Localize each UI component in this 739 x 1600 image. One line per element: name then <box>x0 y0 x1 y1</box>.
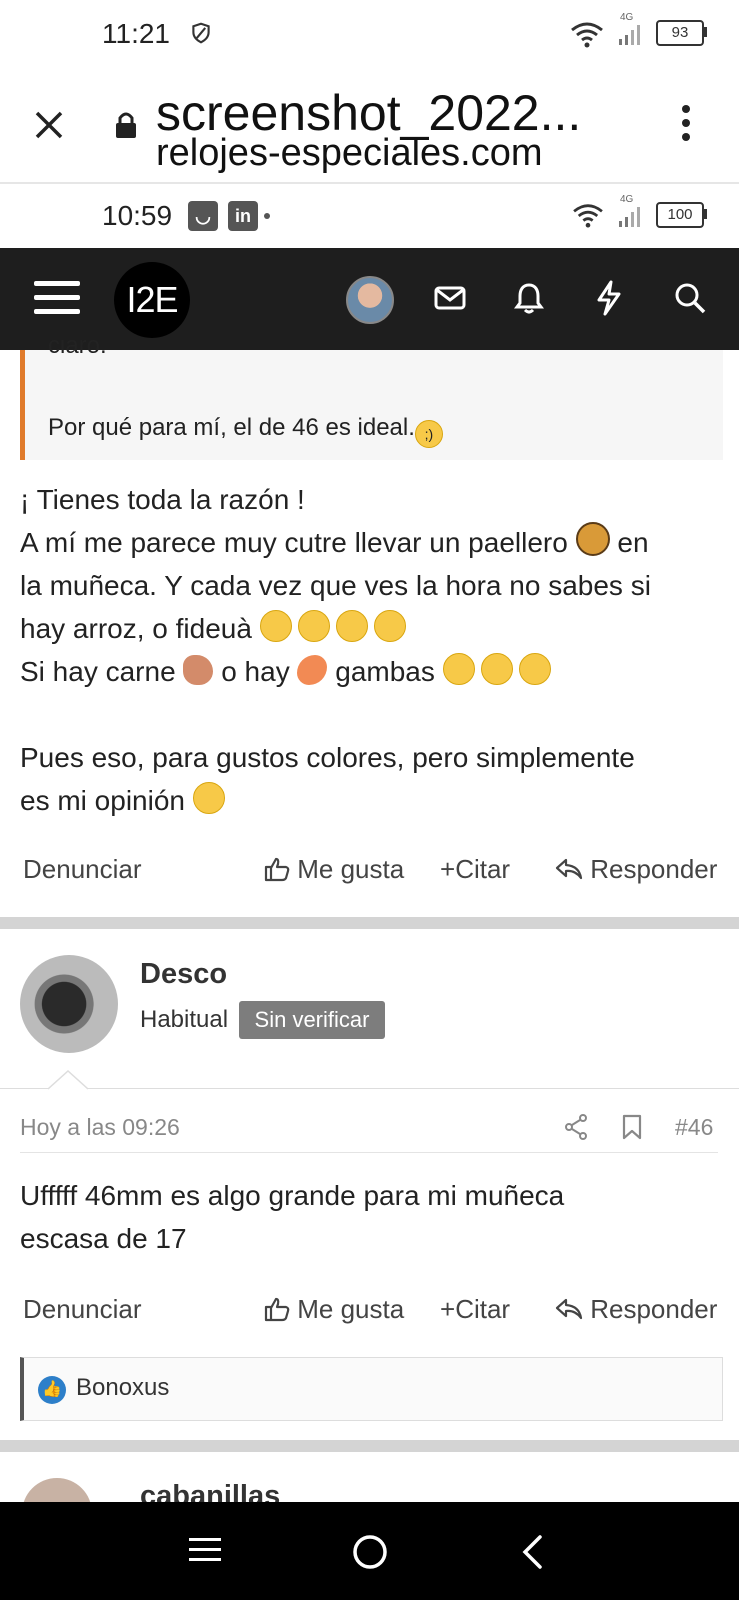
home-icon[interactable] <box>352 1534 388 1570</box>
post-author-name[interactable]: Desco <box>140 958 227 991</box>
post-separator <box>0 917 739 929</box>
status-time: 11:21 <box>102 18 170 49</box>
post-author-avatar[interactable] <box>20 955 118 1053</box>
bookmark-icon[interactable] <box>622 1114 642 1140</box>
meta-divider <box>20 1152 718 1153</box>
laughing-emoji-icon <box>518 653 551 685</box>
report-link[interactable]: Denunciar <box>23 854 142 885</box>
laughing-emoji-icon <box>480 653 513 685</box>
like-reaction-icon: 👍 <box>38 1376 66 1404</box>
site-logo[interactable]: I2E <box>114 262 190 338</box>
post-line: Ufffff 46mm es algo grande para mi muñec… <box>20 1180 565 1211</box>
menu-icon[interactable] <box>34 280 80 316</box>
thumbs-up-icon <box>264 1297 290 1322</box>
post-line: escasa de 17 <box>20 1223 187 1254</box>
notification-dot <box>264 213 270 219</box>
recent-apps-icon[interactable] <box>188 1536 222 1564</box>
quote-text: Por qué para mí, el de 46 es ideal.;) <box>48 414 443 448</box>
post-line-spacer <box>20 693 730 736</box>
quote-label: Citar <box>455 1294 511 1324</box>
quote-button[interactable]: +Citar <box>440 1294 510 1325</box>
status-bar: 11:21 4G 93 <box>0 0 739 70</box>
reply-label: Responder <box>590 854 718 884</box>
post-author-name[interactable]: cabanillas <box>140 1480 280 1502</box>
reply-button[interactable]: Responder <box>555 1294 717 1325</box>
status-badge: Sin verificar <box>239 1001 385 1039</box>
search-icon[interactable] <box>674 282 706 314</box>
wifi-icon <box>571 22 603 48</box>
inner-signal-icon <box>619 207 640 227</box>
page-url[interactable]: relojes-especiales.com <box>156 132 543 175</box>
inner-wifi-icon <box>573 204 603 228</box>
back-icon[interactable] <box>520 1534 546 1570</box>
user-avatar[interactable] <box>346 276 394 324</box>
report-link[interactable]: Denunciar <box>23 1294 142 1325</box>
post-line: Si hay carne o hay gambas <box>20 650 730 693</box>
battery-level: 93 <box>671 24 689 41</box>
battery-tip <box>704 27 707 37</box>
lightning-icon[interactable] <box>596 280 622 316</box>
network-type: 4G <box>620 12 634 23</box>
shrimp-emoji-icon <box>297 655 328 685</box>
post-body: Ufffff 46mm es algo grande para mi muñec… <box>20 1174 730 1260</box>
lock-icon <box>116 112 136 138</box>
quote-label: Citar <box>455 854 511 884</box>
post-line: hay arroz, o fideuà <box>20 607 730 650</box>
bell-icon[interactable] <box>514 282 544 314</box>
pointer-arrow-icon <box>48 1070 88 1090</box>
laughing-emoji-icon <box>335 610 368 642</box>
laughing-emoji-icon <box>442 653 475 685</box>
close-icon[interactable] <box>34 110 64 140</box>
shield-icon <box>192 22 210 44</box>
laughing-emoji-icon <box>373 610 406 642</box>
app-notification-icon: ◡ <box>188 201 218 231</box>
quote-button[interactable]: +Citar <box>440 854 510 885</box>
post-body: ¡ Tienes toda la razón ! A mí me parece … <box>20 478 730 822</box>
quote-text-cut: claro. <box>48 340 107 354</box>
inner-battery-level: 100 <box>667 206 693 223</box>
post-line: A mí me parece muy cutre llevar un paell… <box>20 521 730 564</box>
paella-emoji-icon <box>575 522 610 556</box>
post-separator <box>0 1440 739 1452</box>
mail-icon[interactable] <box>434 286 466 310</box>
wink-emoji-icon: ;) <box>414 420 443 448</box>
wink-emoji-icon <box>192 782 225 814</box>
more-options-icon[interactable] <box>680 104 692 142</box>
like-label: Me gusta <box>297 1294 405 1324</box>
share-icon[interactable] <box>564 1114 588 1140</box>
thumbs-up-icon <box>264 857 290 882</box>
battery-icon: 93 <box>656 20 704 46</box>
linkedin-icon: in <box>228 201 258 231</box>
post-line: Pues eso, para gustos colores, pero simp… <box>20 742 635 773</box>
post-line: ¡ Tienes toda la razón ! <box>20 484 305 515</box>
reply-icon <box>555 1298 583 1320</box>
like-button[interactable]: Me gusta <box>264 854 404 885</box>
meat-emoji-icon <box>183 655 214 685</box>
quote-line: Por qué para mí, el de 46 es ideal. <box>48 414 415 441</box>
reply-icon <box>555 858 583 880</box>
reply-label: Responder <box>590 1294 718 1324</box>
laughing-emoji-icon <box>297 610 330 642</box>
reply-button[interactable]: Responder <box>555 854 717 885</box>
signal-icon <box>619 25 640 45</box>
inner-battery-icon: 100 <box>656 202 704 228</box>
inner-battery-tip <box>704 209 707 219</box>
post-timestamp[interactable]: Hoy a las 09:26 <box>20 1114 180 1141</box>
post-line: es mi opinión <box>20 779 730 822</box>
post-author-title: Habitual <box>140 1006 229 1033</box>
post-number[interactable]: #46 <box>675 1114 713 1141</box>
inner-status-time: 10:59 <box>102 200 173 231</box>
reaction-user[interactable]: Bonoxus <box>76 1374 169 1402</box>
laughing-emoji-icon <box>259 610 292 642</box>
header-divider <box>0 1088 739 1089</box>
inner-network-type: 4G <box>620 194 634 205</box>
post-line: la muñeca. Y cada vez que ves la hora no… <box>20 570 651 601</box>
like-label: Me gusta <box>297 854 405 884</box>
like-button[interactable]: Me gusta <box>264 1294 404 1325</box>
